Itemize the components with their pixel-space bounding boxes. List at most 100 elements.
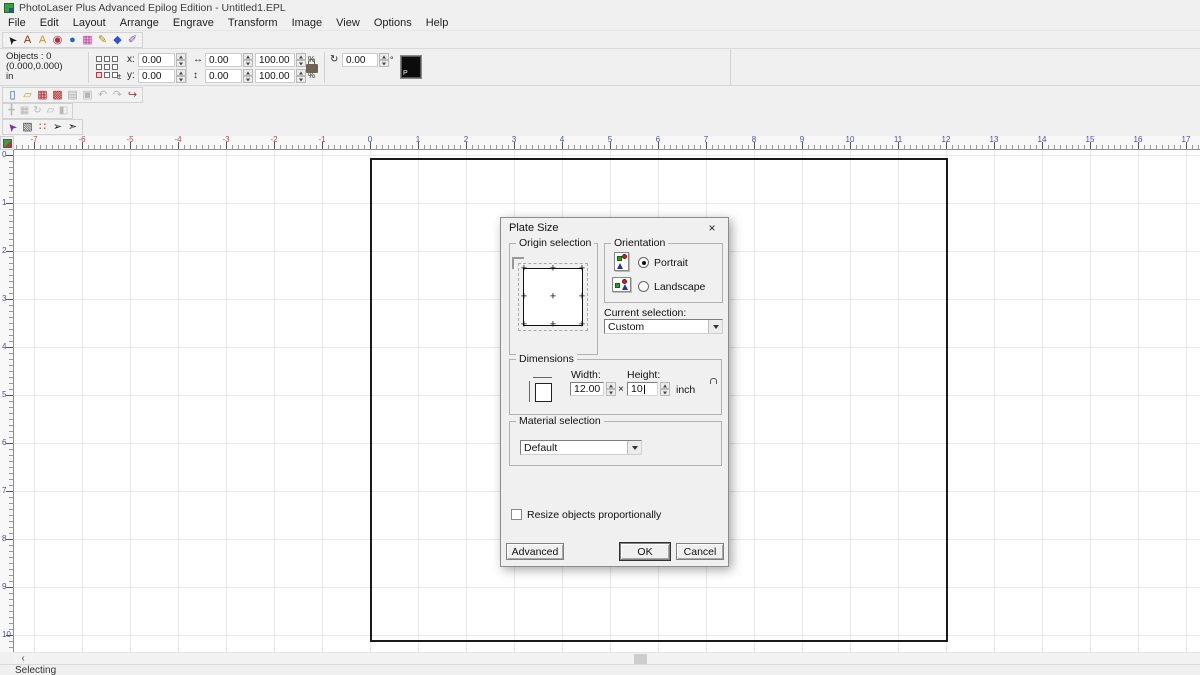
cancel-button[interactable]: Cancel: [676, 543, 724, 560]
origin-mark[interactable]: +: [521, 262, 527, 274]
zoom-select-icon[interactable]: ➣: [65, 120, 80, 134]
text-art-tool-icon[interactable]: A: [35, 33, 50, 47]
v-ruler-number: 9: [2, 583, 6, 591]
dropdown-arrow-icon[interactable]: [627, 441, 641, 454]
x-label: x:: [127, 53, 135, 67]
menu-options[interactable]: Options: [367, 16, 419, 31]
menu-help[interactable]: Help: [419, 16, 456, 31]
menu-view[interactable]: View: [329, 16, 367, 31]
current-selection-dropdown[interactable]: Custom: [604, 319, 723, 334]
h-ruler-number: 16: [1134, 136, 1143, 144]
menu-bar: FileEditLayoutArrangeEngraveTransformIma…: [0, 16, 1200, 31]
origin-mark[interactable]: +: [550, 318, 556, 330]
height-spinner[interactable]: [660, 382, 670, 396]
close-icon[interactable]: ×: [704, 220, 720, 236]
menu-image[interactable]: Image: [285, 16, 330, 31]
grid-icon[interactable]: ∷: [35, 120, 50, 134]
rotation-spinner[interactable]: [379, 53, 389, 67]
scale-x-spinner[interactable]: [296, 53, 306, 67]
origin-mark[interactable]: +: [579, 318, 585, 330]
resize-proportionally-checkbox[interactable]: [511, 509, 522, 520]
h-ruler-number: 5: [608, 136, 612, 144]
rotate-icon[interactable]: ↻: [31, 104, 44, 118]
move-icon[interactable]: ╋: [5, 104, 18, 118]
advanced-button[interactable]: Advanced: [506, 543, 564, 560]
dropdown-arrow-icon[interactable]: [708, 320, 722, 333]
mirror-icon[interactable]: ◧: [57, 104, 70, 118]
origin-mark[interactable]: +: [521, 290, 527, 302]
h-ruler-number: -3: [222, 136, 229, 144]
new-file-icon[interactable]: ▯: [5, 88, 20, 102]
menu-engrave[interactable]: Engrave: [166, 16, 221, 31]
menu-layout[interactable]: Layout: [66, 16, 113, 31]
copy-icon[interactable]: ▣: [80, 88, 95, 102]
color-swatch[interactable]: P: [400, 55, 422, 79]
landscape-radio[interactable]: [638, 281, 649, 292]
scroll-thumb[interactable]: [634, 654, 647, 664]
h-ruler-number: 14: [1038, 136, 1047, 144]
portrait-radio[interactable]: [638, 257, 649, 268]
scale-y-spinner[interactable]: [296, 69, 306, 83]
redo-icon[interactable]: ↷: [110, 88, 125, 102]
exit-icon[interactable]: ↪: [125, 88, 140, 102]
width-spinner[interactable]: [606, 382, 616, 396]
shape-tool-icon[interactable]: ●: [65, 33, 80, 47]
scale-lock-icon[interactable]: [306, 64, 318, 73]
ruler-origin-button[interactable]: [0, 136, 14, 150]
pan-hand-icon[interactable]: ➢: [50, 120, 65, 134]
h-ruler-number: 13: [990, 136, 999, 144]
print-icon[interactable]: ▤: [65, 88, 80, 102]
scale-x-input[interactable]: 100.00: [255, 53, 295, 67]
pencil-tool-icon[interactable]: ✎: [95, 33, 110, 47]
h-ruler-number: 10: [846, 136, 855, 144]
palette-tool-icon[interactable]: ▦: [80, 33, 95, 47]
object-height-input[interactable]: 0.00: [205, 69, 242, 83]
object-width-input[interactable]: 0.00: [205, 53, 242, 67]
brush-tool-icon[interactable]: ✐: [125, 33, 140, 47]
zoom-tool-icon[interactable]: ◉: [50, 33, 65, 47]
save-file-icon[interactable]: ▦: [35, 88, 50, 102]
align-icon[interactable]: ▦: [18, 104, 31, 118]
material-dropdown[interactable]: Default: [520, 440, 642, 455]
x-spinner[interactable]: [176, 53, 186, 67]
dialog-title-bar[interactable]: Plate Size ×: [501, 218, 728, 238]
object-height-spinner[interactable]: [243, 69, 253, 83]
object-width-spinner[interactable]: [243, 53, 253, 67]
menu-transform[interactable]: Transform: [221, 16, 285, 31]
plate-size-dialog: Plate Size × Origin selection +++++++++ …: [500, 217, 729, 567]
anchor-point-selector[interactable]: [96, 56, 118, 78]
x-input[interactable]: 0.00: [138, 53, 175, 67]
height-input[interactable]: 10: [627, 382, 658, 396]
title-bar: PhotoLaser Plus Advanced Epilog Edition …: [0, 0, 1200, 16]
material-selection-label: Material selection: [516, 415, 604, 427]
skew-icon[interactable]: ▱: [44, 104, 57, 118]
menu-edit[interactable]: Edit: [33, 16, 66, 31]
y-label: y:: [127, 69, 135, 83]
horizontal-scrollbar[interactable]: ‹: [14, 652, 1200, 664]
y-spinner[interactable]: [176, 69, 186, 83]
origin-mark[interactable]: +: [550, 290, 556, 302]
scale-y-input[interactable]: 100.00: [255, 69, 295, 83]
ok-button[interactable]: OK: [620, 543, 670, 560]
menu-arrange[interactable]: Arrange: [113, 16, 166, 31]
undo-icon[interactable]: ↶: [95, 88, 110, 102]
width-input[interactable]: 12.00: [570, 382, 604, 396]
current-selection-label: Current selection:: [604, 307, 686, 319]
origin-mark[interactable]: +: [521, 318, 527, 330]
y-input[interactable]: 0.00: [138, 69, 175, 83]
width-arrow-icon: ↔: [193, 53, 203, 67]
origin-diagram: +++++++++: [523, 268, 583, 326]
landscape-icon: [612, 277, 631, 292]
open-file-icon[interactable]: ▱: [20, 88, 35, 102]
origin-mark[interactable]: +: [550, 262, 556, 274]
origin-mark[interactable]: +: [579, 290, 585, 302]
rotation-input[interactable]: 0.00: [342, 53, 378, 67]
cursor-coordinates: (0.000,0.000): [6, 62, 63, 72]
height-label: Height:: [627, 369, 660, 381]
effects-tool-icon[interactable]: ◆: [110, 33, 125, 47]
menu-file[interactable]: File: [1, 16, 33, 31]
origin-mark[interactable]: +: [579, 262, 585, 274]
h-ruler-number: 8: [752, 136, 756, 144]
save-as-icon[interactable]: ▩: [50, 88, 65, 102]
dialog-title: Plate Size: [509, 222, 559, 234]
